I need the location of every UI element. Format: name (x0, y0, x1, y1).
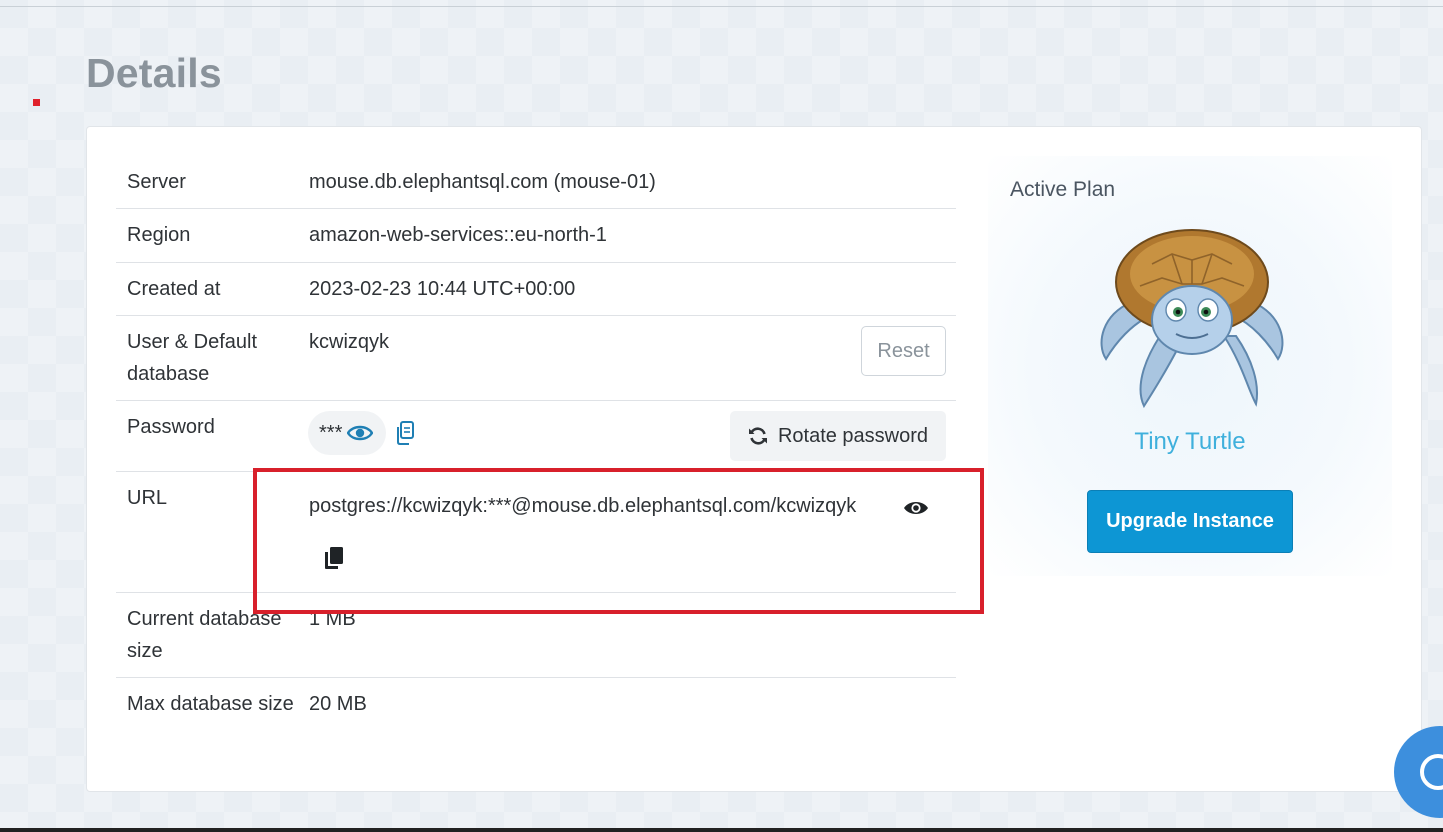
details-row-max-size: Max database size 20 MB (116, 678, 956, 763)
active-plan-panel: Active Plan Tiny Turtle Upgrade Instance (988, 156, 1392, 576)
server-label: Server (127, 171, 186, 193)
details-row-password: Password *** Rotate password (116, 401, 956, 472)
plan-name: Tiny Turtle (1134, 428, 1246, 455)
password-label: Password (127, 416, 215, 438)
upgrade-instance-button[interactable]: Upgrade Instance (1087, 490, 1293, 553)
password-field: *** (308, 411, 386, 455)
created-at-label: Created at (127, 278, 221, 300)
created-at-value: 2023-02-23 10:44 UTC+00:00 (309, 278, 576, 300)
reset-button[interactable]: Reset (861, 326, 946, 376)
rotate-password-label: Rotate password (777, 425, 929, 447)
server-value: mouse.db.elephantsql.com (mouse-01) (309, 171, 656, 193)
region-label: Region (127, 224, 191, 246)
copy-icon[interactable] (395, 421, 415, 445)
details-row-created-at: Created at 2023-02-23 10:44 UTC+00:00 (116, 263, 956, 316)
rotate-password-button[interactable]: Rotate password (730, 411, 946, 461)
bottom-border (0, 828, 1443, 832)
active-plan-heading: Active Plan (1010, 178, 1116, 201)
user-value: kcwizqyk (309, 331, 390, 353)
password-mask: *** (319, 422, 343, 444)
details-table: Server mouse.db.elephantsql.com (mouse-0… (116, 156, 956, 763)
details-row-user: User & Default database kcwizqyk Reset (116, 316, 956, 401)
max-size-label: Max database size (127, 693, 294, 715)
turtle-mascot-image (1092, 224, 1292, 414)
max-size-value: 20 MB (309, 693, 367, 715)
details-row-server: Server mouse.db.elephantsql.com (mouse-0… (116, 156, 956, 209)
user-label: User & Default database (127, 331, 258, 385)
page-title: Details (86, 50, 222, 96)
top-border (0, 6, 1443, 7)
refresh-icon (748, 426, 768, 446)
region-value: amazon-web-services::eu-north-1 (309, 224, 607, 246)
eye-icon[interactable] (347, 423, 374, 443)
red-marker (33, 99, 40, 106)
url-highlight-box (253, 468, 984, 614)
chat-ring (1420, 754, 1443, 790)
details-row-region: Region amazon-web-services::eu-north-1 (116, 209, 956, 263)
